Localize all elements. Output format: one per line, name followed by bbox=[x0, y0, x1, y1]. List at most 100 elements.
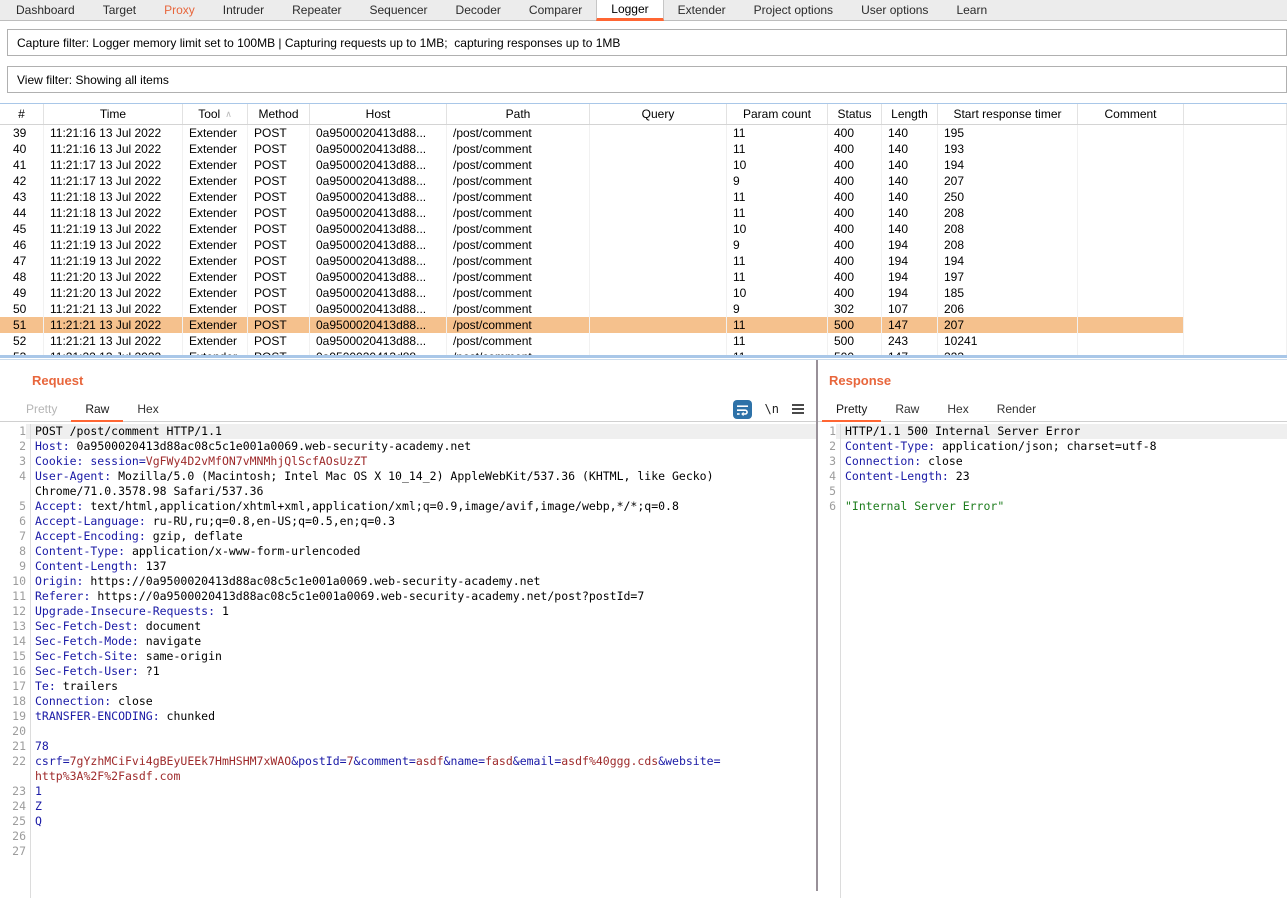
column-header-[interactable]: # bbox=[0, 104, 44, 124]
cell-length: 140 bbox=[882, 189, 938, 205]
table-row[interactable]: 4311:21:18 13 Jul 2022ExtenderPOST0a9500… bbox=[0, 189, 1287, 205]
cell-time: 11:21:19 13 Jul 2022 bbox=[44, 221, 183, 237]
response-tab-render[interactable]: Render bbox=[983, 397, 1050, 421]
newline-characters-icon[interactable]: \n bbox=[765, 402, 779, 416]
tab-repeater[interactable]: Repeater bbox=[278, 0, 355, 20]
column-header-query[interactable]: Query bbox=[590, 104, 727, 124]
column-header-host[interactable]: Host bbox=[310, 104, 447, 124]
tab-proxy[interactable]: Proxy bbox=[150, 0, 209, 20]
cell-query bbox=[590, 349, 727, 356]
cell-filler bbox=[1184, 349, 1287, 356]
cell-filler bbox=[1184, 317, 1287, 333]
table-row[interactable]: 4211:21:17 13 Jul 2022ExtenderPOST0a9500… bbox=[0, 173, 1287, 189]
cell-comment bbox=[1078, 349, 1184, 356]
cell-time: 11:21:19 13 Jul 2022 bbox=[44, 237, 183, 253]
cell-tool: Extender bbox=[183, 349, 248, 356]
tab-project-options[interactable]: Project options bbox=[740, 0, 847, 20]
table-row[interactable]: 5111:21:21 13 Jul 2022ExtenderPOST0a9500… bbox=[0, 317, 1287, 333]
response-tab-pretty[interactable]: Pretty bbox=[822, 397, 881, 422]
table-row[interactable]: 4811:21:20 13 Jul 2022ExtenderPOST0a9500… bbox=[0, 269, 1287, 285]
response-tab-hex[interactable]: Hex bbox=[933, 397, 982, 421]
table-row[interactable]: 4711:21:19 13 Jul 2022ExtenderPOST0a9500… bbox=[0, 253, 1287, 269]
sort-ascending-icon: ∧ bbox=[225, 109, 232, 120]
request-tab-hex[interactable]: Hex bbox=[123, 397, 172, 421]
table-row[interactable]: 4911:21:20 13 Jul 2022ExtenderPOST0a9500… bbox=[0, 285, 1287, 301]
editor-line: 2Host: 0a9500020413d88ac08c5c1e001a0069.… bbox=[0, 439, 816, 454]
cell-param-count: 11 bbox=[727, 349, 828, 356]
table-row[interactable]: 5211:21:21 13 Jul 2022ExtenderPOST0a9500… bbox=[0, 333, 1287, 349]
cell-query bbox=[590, 237, 727, 253]
cell-num: 40 bbox=[0, 141, 44, 157]
cell-method: POST bbox=[248, 189, 310, 205]
column-header-method[interactable]: Method bbox=[248, 104, 310, 124]
editor-line: 7Accept-Encoding: gzip, deflate bbox=[0, 529, 816, 544]
table-row[interactable]: 3911:21:16 13 Jul 2022ExtenderPOST0a9500… bbox=[0, 125, 1287, 141]
column-header-comment[interactable]: Comment bbox=[1078, 104, 1184, 124]
tab-target[interactable]: Target bbox=[89, 0, 150, 20]
cell-param-count: 11 bbox=[727, 317, 828, 333]
cell-start-response-timer: 197 bbox=[938, 269, 1078, 285]
cell-length: 194 bbox=[882, 269, 938, 285]
cell-num: 52 bbox=[0, 333, 44, 349]
cell-length: 140 bbox=[882, 125, 938, 141]
column-header-tool[interactable]: Tool∧ bbox=[183, 104, 248, 124]
request-tab-pretty[interactable]: Pretty bbox=[12, 397, 71, 421]
cell-start-response-timer: 208 bbox=[938, 205, 1078, 221]
cell-length: 140 bbox=[882, 205, 938, 221]
request-editor[interactable]: 1POST /post/comment HTTP/1.12Host: 0a950… bbox=[0, 424, 816, 903]
cell-path: /post/comment bbox=[447, 141, 590, 157]
cell-status: 400 bbox=[828, 205, 882, 221]
capture-filter-bar[interactable]: Capture filter: Logger memory limit set … bbox=[7, 29, 1287, 56]
line-content: Sec-Fetch-User: ?1 bbox=[26, 664, 816, 679]
cell-host: 0a9500020413d88... bbox=[310, 285, 447, 301]
request-tab-raw[interactable]: Raw bbox=[71, 397, 123, 422]
cell-path: /post/comment bbox=[447, 237, 590, 253]
cell-tool: Extender bbox=[183, 301, 248, 317]
line-number: 25 bbox=[0, 814, 26, 829]
editor-line: 1POST /post/comment HTTP/1.1 bbox=[0, 424, 816, 439]
table-row[interactable]: 5311:21:22 13 Jul 2022ExtenderPOST0a9500… bbox=[0, 349, 1287, 356]
cell-method: POST bbox=[248, 253, 310, 269]
response-tabs: PrettyRawHexRender bbox=[818, 397, 1287, 422]
column-header-status[interactable]: Status bbox=[828, 104, 882, 124]
table-row[interactable]: 4111:21:17 13 Jul 2022ExtenderPOST0a9500… bbox=[0, 157, 1287, 173]
editor-line: 231 bbox=[0, 784, 816, 799]
response-tab-raw[interactable]: Raw bbox=[881, 397, 933, 421]
column-header-label: Time bbox=[100, 107, 126, 121]
tab-dashboard[interactable]: Dashboard bbox=[2, 0, 89, 20]
cell-host: 0a9500020413d88... bbox=[310, 173, 447, 189]
cell-status: 400 bbox=[828, 269, 882, 285]
tab-extender[interactable]: Extender bbox=[664, 0, 740, 20]
tab-decoder[interactable]: Decoder bbox=[442, 0, 515, 20]
tab-logger[interactable]: Logger bbox=[596, 0, 663, 21]
column-header-param-count[interactable]: Param count bbox=[727, 104, 828, 124]
tab-sequencer[interactable]: Sequencer bbox=[356, 0, 442, 20]
line-content: http%3A%2F%2Fasdf.com bbox=[26, 769, 816, 784]
line-number: 20 bbox=[0, 724, 26, 739]
word-wrap-icon[interactable] bbox=[733, 400, 752, 419]
cell-host: 0a9500020413d88... bbox=[310, 301, 447, 317]
tab-user-options[interactable]: User options bbox=[847, 0, 942, 20]
view-filter-bar[interactable]: View filter: Showing all items bbox=[7, 66, 1287, 93]
table-row[interactable]: 4011:21:16 13 Jul 2022ExtenderPOST0a9500… bbox=[0, 141, 1287, 157]
tab-comparer[interactable]: Comparer bbox=[515, 0, 596, 20]
cell-path: /post/comment bbox=[447, 349, 590, 356]
cell-method: POST bbox=[248, 285, 310, 301]
table-row[interactable]: 4411:21:18 13 Jul 2022ExtenderPOST0a9500… bbox=[0, 205, 1287, 221]
column-header-length[interactable]: Length bbox=[882, 104, 938, 124]
tab-learn[interactable]: Learn bbox=[942, 0, 1001, 20]
cell-query bbox=[590, 125, 727, 141]
tab-intruder[interactable]: Intruder bbox=[209, 0, 278, 20]
column-header-start-response-timer[interactable]: Start response timer bbox=[938, 104, 1078, 124]
column-header-path[interactable]: Path bbox=[447, 104, 590, 124]
cell-time: 11:21:21 13 Jul 2022 bbox=[44, 317, 183, 333]
column-header-time[interactable]: Time bbox=[44, 104, 183, 124]
table-row[interactable]: 5011:21:21 13 Jul 2022ExtenderPOST0a9500… bbox=[0, 301, 1287, 317]
line-content: Sec-Fetch-Mode: navigate bbox=[26, 634, 816, 649]
editor-menu-icon[interactable] bbox=[792, 404, 804, 414]
table-row[interactable]: 4611:21:19 13 Jul 2022ExtenderPOST0a9500… bbox=[0, 237, 1287, 253]
table-row[interactable]: 4511:21:19 13 Jul 2022ExtenderPOST0a9500… bbox=[0, 221, 1287, 237]
cell-status: 400 bbox=[828, 189, 882, 205]
line-number: 10 bbox=[0, 574, 26, 589]
response-editor[interactable]: 1HTTP/1.1 500 Internal Server Error2Cont… bbox=[818, 424, 1287, 903]
